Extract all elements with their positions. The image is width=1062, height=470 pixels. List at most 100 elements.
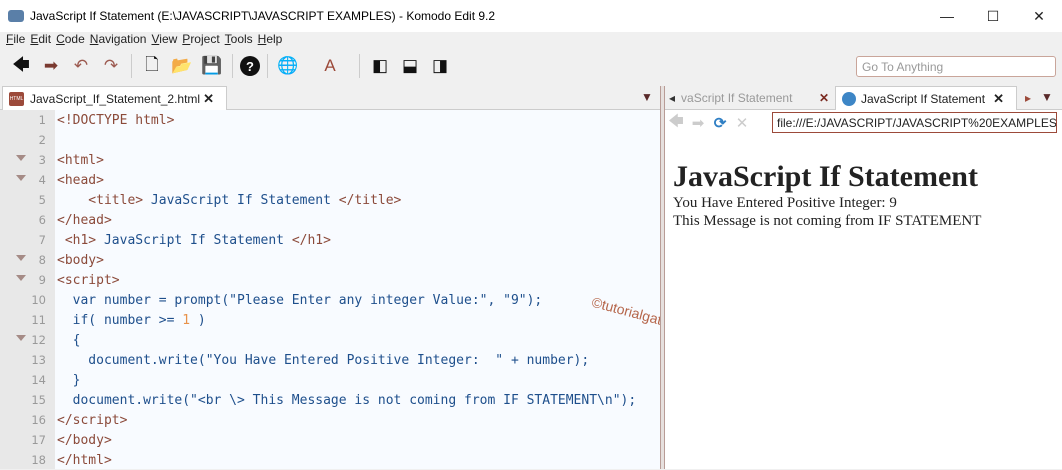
fold-toggle-icon[interactable]: [16, 275, 26, 281]
code-token: <html>: [57, 152, 104, 168]
scroll-left-icon[interactable]: ◂: [669, 91, 675, 105]
browser-tab-inactive[interactable]: ◂ vaScript If Statement ✕: [669, 86, 829, 110]
code-token: <head>: [57, 172, 104, 188]
close-window-button[interactable]: ✕: [1016, 0, 1062, 32]
forward-icon[interactable]: ➡: [38, 54, 64, 78]
menu-view[interactable]: View: [151, 32, 177, 50]
code-line[interactable]: 3 <html>: [0, 150, 660, 170]
code-text: var number = prompt("Please Enter any in…: [57, 292, 543, 308]
browser-forward-icon[interactable]: ➡: [687, 114, 709, 132]
code-line[interactable]: 11 if( number >= 1 ): [0, 310, 660, 330]
go-to-anything-input[interactable]: Go To Anything: [856, 56, 1056, 77]
code-text: </script>: [57, 413, 127, 428]
help-icon[interactable]: ?: [240, 56, 260, 76]
code-line[interactable]: 13 document.write("You Have Entered Posi…: [0, 350, 660, 370]
code-line[interactable]: 7 <h1> JavaScript If Statement </h1>: [0, 230, 660, 250]
code-editor[interactable]: 1 <!DOCTYPE html> 2 3 <html> 4 <head> 5 <title>…: [0, 110, 717, 470]
title-bar: JavaScript If Statement (E:\JAVASCRIPT\J…: [0, 0, 1062, 32]
close-tab-icon[interactable]: ✕: [203, 91, 214, 107]
reload-icon[interactable]: ⟳: [709, 114, 731, 132]
back-icon[interactable]: 🡄: [8, 54, 34, 78]
code-line[interactable]: 6 </head>: [0, 210, 660, 230]
toolbar-divider: [131, 54, 132, 78]
code-line[interactable]: 10 var number = prompt("Please Enter any…: [0, 290, 660, 310]
line-number: 14: [31, 373, 46, 387]
browser-back-icon[interactable]: 🡄: [665, 111, 687, 136]
line-number: 2: [38, 133, 46, 147]
browser-tab-active[interactable]: JavaScript If Statement ✕: [835, 86, 1017, 110]
bottom-pane-icon[interactable]: ⬓: [397, 54, 423, 78]
code-token: 1: [182, 312, 191, 328]
code-token: </script>: [57, 412, 128, 428]
scroll-right-icon[interactable]: ▸: [1025, 91, 1031, 105]
undo-icon[interactable]: ↶: [68, 54, 94, 78]
code-text: </body>: [57, 433, 112, 448]
code-text: <script>: [57, 273, 120, 288]
code-line[interactable]: 5 <title> JavaScript If Statement </titl…: [0, 190, 660, 210]
code-line[interactable]: 9 <script>: [0, 270, 660, 290]
menu-help[interactable]: Help: [258, 32, 283, 50]
tab-menu-icon[interactable]: ▼: [641, 90, 653, 104]
new-file-icon[interactable]: 🗋: [139, 54, 165, 78]
close-tab-icon[interactable]: ✕: [819, 91, 829, 105]
code-line[interactable]: 15 document.write("<br \> This Message i…: [0, 390, 660, 410]
minimize-button[interactable]: —: [924, 0, 970, 32]
code-token: </body>: [57, 432, 112, 448]
font-icon[interactable]: A: [317, 54, 343, 78]
stop-icon[interactable]: ✕: [731, 114, 753, 132]
fold-toggle-icon[interactable]: [16, 175, 26, 181]
code-token: }: [57, 372, 81, 388]
fold-toggle-icon[interactable]: [16, 335, 26, 341]
line-number: 15: [31, 393, 46, 407]
code-text: document.write("<br \> This Message is n…: [57, 393, 637, 408]
editor-tab-bar: HTML JavaScript_If_Statement_2.html ✕ ▼: [0, 86, 660, 110]
line-number: 7: [38, 233, 46, 247]
code-line[interactable]: 1 <!DOCTYPE html>: [0, 110, 660, 130]
code-line[interactable]: 4 <head>: [0, 170, 660, 190]
code-line[interactable]: 17 </body>: [0, 430, 660, 450]
menu-project[interactable]: Project: [182, 32, 219, 50]
code-token: </h1>: [291, 232, 331, 248]
line-number: 18: [31, 453, 46, 467]
maximize-button[interactable]: ☐: [970, 0, 1016, 32]
menu-navigation[interactable]: Navigation: [90, 32, 147, 50]
code-token: <body>: [57, 252, 104, 268]
menu-edit[interactable]: Edit: [30, 32, 51, 50]
code-text: <head>: [57, 173, 104, 188]
code-text: }: [57, 372, 81, 388]
menu-code[interactable]: Code: [56, 32, 85, 50]
redo-icon[interactable]: ↷: [98, 54, 124, 78]
editor-tab[interactable]: HTML JavaScript_If_Statement_2.html ✕: [2, 86, 227, 110]
code-line[interactable]: 12 {: [0, 330, 660, 350]
line-number: 13: [31, 353, 46, 367]
browser-tab-label: JavaScript If Statement: [861, 91, 986, 106]
code-token: JavaScript If Statement: [96, 232, 292, 248]
code-token: <title>: [57, 192, 144, 208]
menu-tools[interactable]: Tools: [225, 32, 253, 50]
code-line[interactable]: 18 </html>: [0, 450, 660, 470]
code-line[interactable]: 16 </script>: [0, 410, 660, 430]
right-pane-icon[interactable]: ◨: [427, 54, 453, 78]
preview-heading: JavaScript If Statement: [673, 160, 978, 193]
open-folder-icon[interactable]: 📂: [169, 54, 195, 78]
close-tab-icon[interactable]: ✕: [993, 91, 1004, 107]
line-number: 16: [31, 413, 46, 427]
code-line[interactable]: 14 }: [0, 370, 660, 390]
fold-toggle-icon[interactable]: [16, 255, 26, 261]
code-line[interactable]: 8 <body>: [0, 250, 660, 270]
code-token: </title>: [338, 192, 402, 208]
toolbar-divider: [359, 54, 360, 78]
url-field[interactable]: file:///E:/JAVASCRIPT/JAVASCRIPT%20EXAMP…: [772, 112, 1057, 133]
globe-icon: [842, 91, 856, 106]
code-token: var number = prompt("Please Enter any in…: [57, 292, 543, 308]
save-icon[interactable]: 💾: [199, 54, 225, 78]
window-title: JavaScript If Statement (E:\JAVASCRIPT\J…: [30, 9, 496, 23]
left-pane-icon[interactable]: ◧: [367, 54, 393, 78]
line-number: 10: [31, 293, 46, 307]
menu-file[interactable]: File: [6, 32, 25, 50]
browser-preview-icon[interactable]: 🌐: [275, 54, 301, 78]
code-line[interactable]: 2: [0, 130, 660, 150]
tab-menu-icon[interactable]: ▼: [1041, 90, 1053, 104]
fold-toggle-icon[interactable]: [16, 155, 26, 161]
code-token: <!DOCTYPE html>: [57, 112, 175, 128]
